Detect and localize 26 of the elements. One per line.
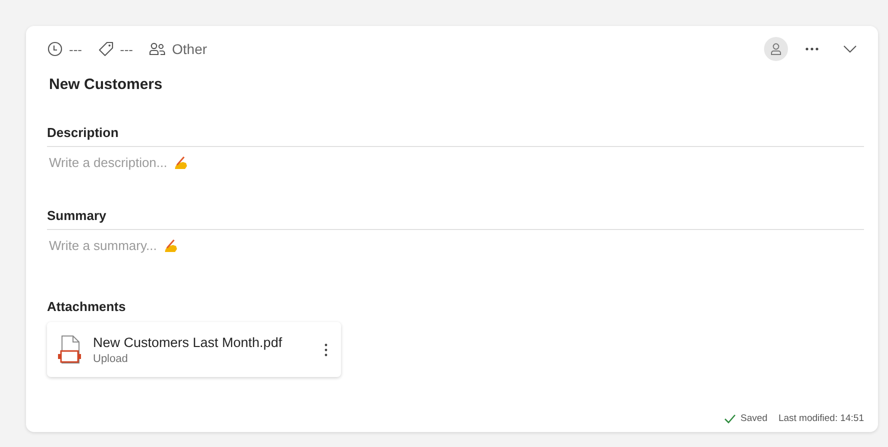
writing-hand-icon <box>162 238 179 252</box>
time-value: --- <box>69 42 82 56</box>
section-label: Summary <box>47 208 864 230</box>
more-vertical-icon <box>324 342 328 356</box>
tags-value: --- <box>120 42 133 56</box>
last-modified: Last modified: 14:51 <box>778 413 864 424</box>
writing-hand-icon <box>173 156 190 170</box>
file-status: Upload <box>93 352 129 364</box>
check-icon <box>724 414 736 424</box>
assign-button[interactable] <box>764 37 788 61</box>
text-field[interactable]: Write a summary... <box>47 230 179 253</box>
clock-icon <box>47 41 63 57</box>
section-label: Attachments <box>47 299 127 316</box>
pdf-file-icon <box>57 334 83 364</box>
person-icon <box>769 42 783 56</box>
attachment-card[interactable]: New Customers Last Month.pdf Upload <box>47 322 341 377</box>
text-field[interactable]: Write a description... <box>47 147 190 170</box>
audience-label: Other <box>172 41 208 57</box>
section-label: Description <box>47 125 864 147</box>
file-name: New Customers Last Month.pdf <box>93 334 284 350</box>
tag-icon <box>98 41 114 57</box>
people-icon <box>149 41 166 57</box>
chevron-down-icon <box>843 45 857 53</box>
card-title: New Customers <box>49 76 164 93</box>
more-icon <box>805 47 819 51</box>
save-status: Saved <box>740 413 768 424</box>
